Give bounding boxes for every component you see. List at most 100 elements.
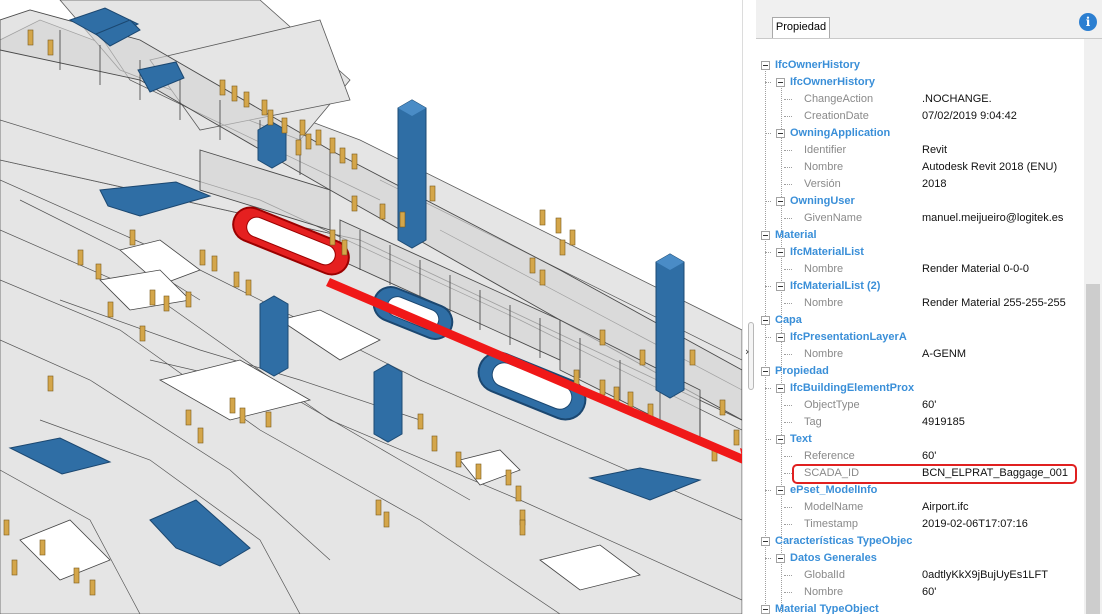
property-value: 60' xyxy=(922,399,937,411)
gate-panel xyxy=(27,29,34,46)
tree-node-label: IfcOwnerHistory xyxy=(775,59,860,71)
gate-panel xyxy=(163,295,170,312)
property-row[interactable]: Nombre Render Material 0-0-0 xyxy=(756,261,1084,278)
collapse-toggle-icon[interactable] xyxy=(776,197,785,206)
tree-subcategory[interactable]: IfcBuildingElementProx xyxy=(756,380,1084,397)
gate-panel xyxy=(599,379,606,396)
tree-category[interactable]: Propiedad xyxy=(756,363,1084,380)
tree-subcategory[interactable]: Datos Generales xyxy=(756,550,1084,567)
collapse-toggle-icon[interactable] xyxy=(761,367,770,376)
gate-panel xyxy=(329,229,336,246)
gate-panel xyxy=(243,91,250,108)
gate-panel xyxy=(559,239,566,256)
collapse-toggle-icon[interactable] xyxy=(776,435,785,444)
property-row[interactable]: ModelName Airport.ifc xyxy=(756,499,1084,516)
tree-category[interactable]: Capa xyxy=(756,312,1084,329)
tree-node-label: Material TypeObject xyxy=(775,603,879,614)
tree-subcategory[interactable]: IfcMaterialList xyxy=(756,244,1084,261)
gate-panel xyxy=(539,209,546,226)
property-value: 0adtlyKkX9jBujUyEs1LFT xyxy=(922,569,1048,581)
property-key: Tag xyxy=(804,416,822,428)
collapse-chevron-icon[interactable]: › xyxy=(745,345,749,358)
tree-category[interactable]: Material TypeObject xyxy=(756,601,1084,614)
gate-panel xyxy=(299,119,306,136)
property-value: 2018 xyxy=(922,178,947,190)
property-row[interactable]: Identifier Revit xyxy=(756,142,1084,159)
tab-strip: Propiedad i xyxy=(756,0,1102,39)
collapse-toggle-icon[interactable] xyxy=(776,129,785,138)
tree-subcategory[interactable]: OwningUser xyxy=(756,193,1084,210)
gate-panel xyxy=(505,469,512,486)
tree-node-label: IfcMaterialList xyxy=(790,246,864,258)
collapse-toggle-icon[interactable] xyxy=(776,554,785,563)
property-row[interactable]: Nombre Render Material 255-255-255 xyxy=(756,295,1084,312)
property-value: 2019-02-06T17:07:16 xyxy=(922,518,1028,530)
panel-splitter[interactable]: › xyxy=(742,0,757,614)
tree-category[interactable]: IfcOwnerHistory xyxy=(756,57,1084,74)
airport-model-scene[interactable] xyxy=(0,0,742,614)
collapse-toggle-icon[interactable] xyxy=(776,384,785,393)
collapse-toggle-icon[interactable] xyxy=(761,537,770,546)
property-row[interactable]: ObjectType 60' xyxy=(756,397,1084,414)
tree-subcategory[interactable]: IfcMaterialList (2) xyxy=(756,278,1084,295)
gate-panel xyxy=(399,211,406,228)
collapse-toggle-icon[interactable] xyxy=(761,61,770,70)
tree-category[interactable]: Características TypeObjec xyxy=(756,533,1084,550)
gate-panel xyxy=(733,429,740,446)
property-row[interactable]: GlobalId 0adtlyKkX9jBujUyEs1LFT xyxy=(756,567,1084,584)
property-key: ObjectType xyxy=(804,399,860,411)
gate-panel xyxy=(555,217,562,234)
property-row[interactable]: Tag 4919185 xyxy=(756,414,1084,431)
gate-panel xyxy=(417,413,424,430)
gate-panel xyxy=(351,153,358,170)
gate-panel xyxy=(211,255,218,272)
property-row[interactable]: Versión 2018 xyxy=(756,176,1084,193)
collapse-toggle-icon[interactable] xyxy=(761,605,770,614)
property-row[interactable]: Nombre Autodesk Revit 2018 (ENU) xyxy=(756,159,1084,176)
property-row[interactable]: Nombre 60' xyxy=(756,584,1084,601)
tree-subcategory[interactable]: IfcOwnerHistory xyxy=(756,74,1084,91)
tree-node-label: Características TypeObjec xyxy=(775,535,913,547)
tree-node-label: IfcOwnerHistory xyxy=(790,76,875,88)
tab-propiedad[interactable]: Propiedad xyxy=(772,17,830,38)
vertical-scrollbar[interactable] xyxy=(1084,39,1102,614)
tree-subcategory[interactable]: Text xyxy=(756,431,1084,448)
gate-panel xyxy=(689,349,696,366)
collapse-toggle-icon[interactable] xyxy=(761,231,770,240)
property-key: Nombre xyxy=(804,161,844,173)
gate-panel xyxy=(529,257,536,274)
collapse-toggle-icon[interactable] xyxy=(776,333,785,342)
gate-panel xyxy=(73,567,80,584)
tree-subcategory[interactable]: IfcPresentationLayerA xyxy=(756,329,1084,346)
scrollbar-thumb[interactable] xyxy=(1086,284,1100,614)
property-row[interactable]: Timestamp 2019-02-06T17:07:16 xyxy=(756,516,1084,533)
property-row[interactable]: Nombre A-GENM xyxy=(756,346,1084,363)
property-value: 60' xyxy=(922,586,937,598)
gate-panel xyxy=(429,185,436,202)
collapse-toggle-icon[interactable] xyxy=(776,78,785,87)
property-key: Versión xyxy=(804,178,841,190)
gate-panel xyxy=(515,485,522,502)
gate-panel xyxy=(627,391,634,408)
tree-category[interactable]: Material xyxy=(756,227,1084,244)
tree-subcategory[interactable]: OwningApplication xyxy=(756,125,1084,142)
tree-node-label: Material xyxy=(775,229,817,241)
collapse-toggle-icon[interactable] xyxy=(776,248,785,257)
collapse-toggle-icon[interactable] xyxy=(776,486,785,495)
collapse-toggle-icon[interactable] xyxy=(761,316,770,325)
property-key: Nombre xyxy=(804,586,844,598)
property-tree[interactable]: IfcOwnerHistory IfcOwnerHistory ChangeActi… xyxy=(756,39,1084,614)
property-row[interactable]: GivenName manuel.meijueiro@logitek.es xyxy=(756,210,1084,227)
gate-panel xyxy=(107,301,114,318)
property-row[interactable]: Reference 60' xyxy=(756,448,1084,465)
collapse-toggle-icon[interactable] xyxy=(776,282,785,291)
3d-model-viewport[interactable] xyxy=(0,0,742,614)
property-value: Render Material 255-255-255 xyxy=(922,297,1066,309)
gate-panel xyxy=(47,375,54,392)
property-row[interactable]: CreationDate 07/02/2019 9:04:42 xyxy=(756,108,1084,125)
gate-panel xyxy=(3,519,10,536)
property-row[interactable]: ChangeAction .NOCHANGE. xyxy=(756,91,1084,108)
tree-subcategory[interactable]: ePset_ModelInfo xyxy=(756,482,1084,499)
info-icon[interactable]: i xyxy=(1079,13,1097,31)
scada-id-highlight xyxy=(792,464,1077,484)
